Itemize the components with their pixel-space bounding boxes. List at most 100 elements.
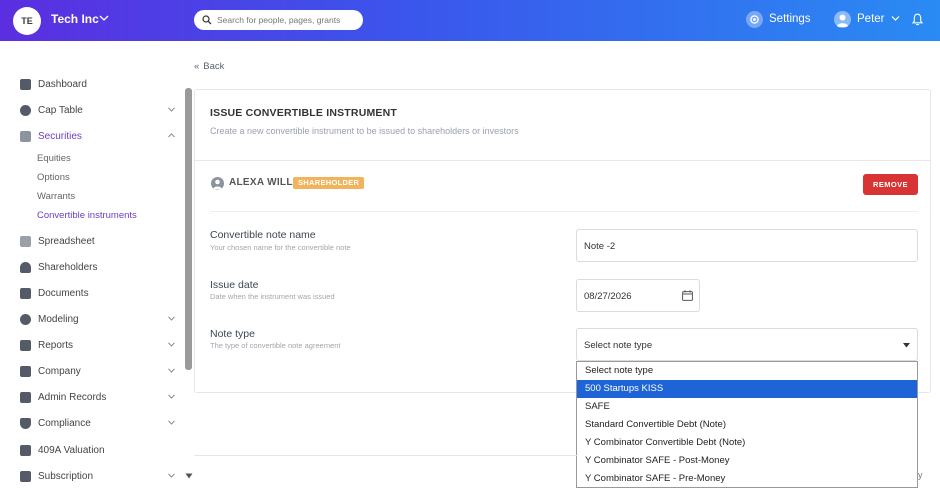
back-label: Back bbox=[203, 61, 225, 72]
note-name-value: Note -2 bbox=[584, 241, 616, 252]
sidebar-item-modeling[interactable]: Modeling bbox=[0, 311, 185, 331]
sidebar-item-securities[interactable]: Securities bbox=[0, 128, 185, 148]
folder-icon bbox=[20, 288, 31, 299]
note-type-value: Select note type bbox=[584, 340, 653, 351]
sidebar-item-label: Compliance bbox=[38, 418, 91, 429]
sidebar-item-reports[interactable]: Reports bbox=[0, 337, 185, 357]
sidebar-item-subscription[interactable]: Subscription bbox=[0, 468, 185, 488]
sidebar-scrollbar[interactable] bbox=[185, 88, 192, 370]
sidebar-item-documents[interactable]: Documents bbox=[0, 285, 185, 305]
sidebar-item-label: Shareholders bbox=[38, 262, 98, 273]
archive-icon bbox=[20, 392, 31, 403]
page-title: ISSUE CONVERTIBLE INSTRUMENT bbox=[210, 107, 398, 119]
issue-date-label: Issue date bbox=[210, 279, 259, 291]
sidebar-item-label: Modeling bbox=[38, 314, 79, 325]
chevron-down-icon bbox=[168, 368, 175, 373]
chevron-down-icon bbox=[168, 342, 175, 347]
sidebar-item-409a-valuation[interactable]: 409A Valuation bbox=[0, 442, 185, 462]
dashboard-icon bbox=[20, 79, 31, 90]
sidebar-subitem-equities[interactable]: Equities bbox=[37, 153, 71, 164]
issue-date-help: Date when the instrument was issued bbox=[210, 292, 335, 301]
divider bbox=[195, 160, 930, 161]
note-name-input[interactable]: Note -2 bbox=[576, 229, 918, 262]
sidebar-item-cap-table[interactable]: Cap Table bbox=[0, 102, 185, 122]
sidebar-subitem-options[interactable]: Options bbox=[37, 172, 70, 183]
note-type-label: Note type bbox=[210, 328, 255, 340]
search-input[interactable]: Search for people, pages, grants bbox=[194, 10, 363, 30]
sidebar-item-label: Cap Table bbox=[38, 105, 83, 116]
note-name-label: Convertible note name bbox=[210, 229, 316, 241]
chevron-down-icon bbox=[168, 420, 175, 425]
chevron-down-icon bbox=[168, 107, 175, 112]
sidebar-item-admin-records[interactable]: Admin Records bbox=[0, 389, 185, 409]
remove-button[interactable]: REMOVE bbox=[863, 174, 918, 195]
company-name[interactable]: Tech Inc bbox=[51, 12, 99, 26]
chevron-down-icon bbox=[168, 473, 175, 478]
settings-link[interactable]: Settings bbox=[769, 13, 811, 25]
issue-date-value: 08/27/2026 bbox=[584, 291, 632, 302]
note-type-option[interactable]: Y Combinator Convertible Debt (Note) bbox=[577, 434, 917, 452]
sidebar-item-shareholders[interactable]: Shareholders bbox=[0, 259, 185, 279]
page-subtitle: Create a new convertible instrument to b… bbox=[210, 126, 519, 136]
settings-icon[interactable] bbox=[746, 11, 763, 28]
top-bar: TE Tech Inc Search for people, pages, gr… bbox=[0, 0, 940, 41]
divider bbox=[194, 455, 577, 456]
footer-text-fragment: y bbox=[918, 470, 923, 480]
note-type-dropdown-list[interactable]: Select note type 500 Startups KISS SAFE … bbox=[576, 361, 918, 488]
search-placeholder: Search for people, pages, grants bbox=[217, 15, 341, 25]
pie-chart-icon bbox=[20, 105, 31, 116]
sidebar-item-label: Dashboard bbox=[38, 79, 87, 90]
user-menu[interactable]: Peter bbox=[857, 13, 885, 25]
company-avatar[interactable]: TE bbox=[13, 7, 41, 35]
sidebar-item-label: Subscription bbox=[38, 471, 94, 482]
building-icon bbox=[20, 366, 31, 377]
note-type-option-highlighted[interactable]: 500 Startups KISS bbox=[577, 380, 917, 398]
sidebar-item-label: Spreadsheet bbox=[38, 236, 95, 247]
person-icon bbox=[20, 262, 31, 273]
user-avatar[interactable] bbox=[834, 11, 851, 28]
sidebar-item-label: Company bbox=[38, 366, 81, 377]
sidebar-subitem-warrants[interactable]: Warrants bbox=[37, 191, 75, 202]
chevron-down-icon bbox=[168, 316, 175, 321]
note-type-option[interactable]: Y Combinator SAFE - Pre-Money bbox=[577, 470, 917, 488]
note-type-option[interactable]: Y Combinator SAFE - Post-Money bbox=[577, 452, 917, 470]
chevron-down-icon[interactable] bbox=[891, 15, 900, 22]
sidebar-item-compliance[interactable]: Compliance bbox=[0, 415, 185, 435]
note-type-help: The type of convertible note agreement bbox=[210, 341, 341, 350]
sidebar-item-label: Securities bbox=[38, 131, 82, 142]
shield-check-icon bbox=[20, 418, 31, 429]
issue-convertible-card: ISSUE CONVERTIBLE INSTRUMENT Create a ne… bbox=[194, 89, 931, 393]
chevron-down-icon bbox=[168, 394, 175, 399]
calendar-icon[interactable] bbox=[682, 290, 693, 301]
chevron-up-icon bbox=[168, 133, 175, 138]
sidebar-item-company[interactable]: Company bbox=[0, 363, 185, 383]
sidebar-item-spreadsheet[interactable]: Spreadsheet bbox=[0, 233, 185, 253]
scroll-down-arrow-icon[interactable] bbox=[185, 472, 193, 480]
note-name-help: Your chosen name for the convertible not… bbox=[210, 243, 351, 252]
issue-date-input[interactable]: 08/27/2026 bbox=[576, 279, 700, 312]
back-link[interactable]: «Back bbox=[194, 61, 224, 72]
lightbulb-icon bbox=[20, 314, 31, 325]
sidebar-item-label: Documents bbox=[38, 288, 89, 299]
note-type-option[interactable]: Select note type bbox=[577, 362, 917, 380]
note-type-option[interactable]: Standard Convertible Debt (Note) bbox=[577, 416, 917, 434]
avatar bbox=[211, 177, 224, 190]
sidebar: Dashboard Cap Table Securities Equities … bbox=[0, 41, 185, 490]
holder-name: ALEXA WILL bbox=[229, 177, 293, 188]
spreadsheet-icon bbox=[20, 236, 31, 247]
status-badge: SHAREHOLDER bbox=[293, 177, 365, 189]
chart-icon bbox=[20, 445, 31, 456]
sidebar-item-dashboard[interactable]: Dashboard bbox=[0, 76, 185, 96]
note-type-option[interactable]: SAFE bbox=[577, 398, 917, 416]
caret-down-icon bbox=[903, 343, 910, 348]
credit-card-icon bbox=[20, 471, 31, 482]
sidebar-item-label: Reports bbox=[38, 340, 74, 351]
clipboard-icon bbox=[20, 131, 31, 142]
chevron-down-icon[interactable] bbox=[99, 13, 109, 23]
note-type-select[interactable]: Select note type bbox=[576, 328, 918, 361]
sidebar-subitem-convertible-instruments[interactable]: Convertible instruments bbox=[37, 210, 137, 221]
sidebar-item-label: 409A Valuation bbox=[38, 445, 105, 456]
bell-icon[interactable] bbox=[912, 13, 923, 26]
double-chevron-left-icon: « bbox=[194, 61, 200, 72]
sidebar-item-label: Admin Records bbox=[38, 392, 107, 403]
